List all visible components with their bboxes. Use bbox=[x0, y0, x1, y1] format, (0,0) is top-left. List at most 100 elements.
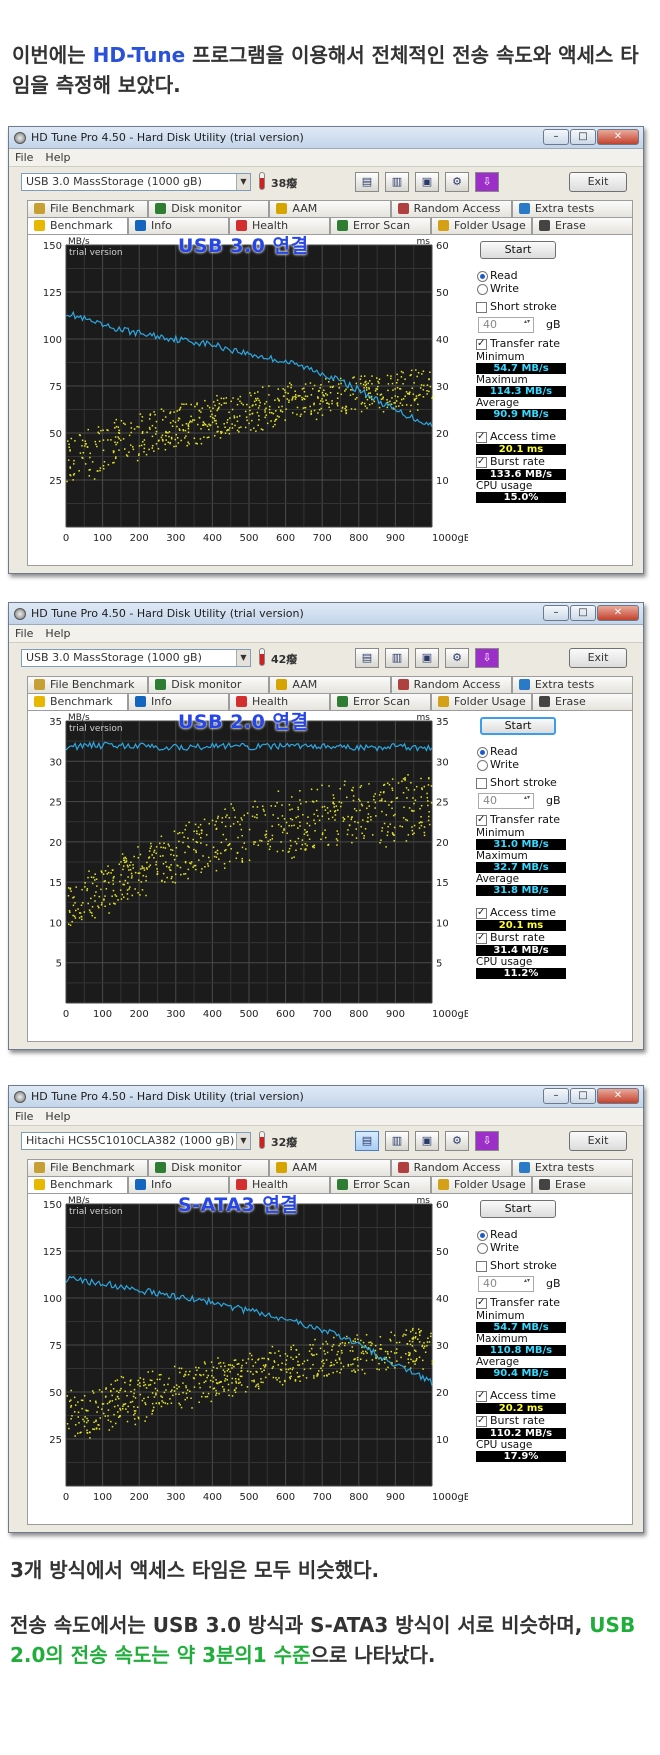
tab-aam[interactable]: AAM bbox=[269, 200, 391, 217]
transfer-rate-checkbox[interactable]: Transfer rate bbox=[476, 337, 576, 351]
save-icon[interactable]: ▣ bbox=[415, 172, 439, 192]
tab-benchmark[interactable]: Benchmark bbox=[27, 217, 128, 234]
title-bar[interactable]: HD Tune Pro 4.50 - Hard Disk Utility (tr… bbox=[9, 1086, 643, 1108]
copy-image-icon[interactable]: ▥ bbox=[385, 1131, 409, 1151]
tab-disk-monitor[interactable]: Disk monitor bbox=[148, 1159, 270, 1176]
short-stroke-checkbox[interactable]: Short stroke bbox=[476, 776, 576, 790]
menu-item-file[interactable]: File bbox=[15, 151, 33, 164]
tab-error-scan[interactable]: Error Scan bbox=[330, 1176, 431, 1193]
tab-random-access[interactable]: Random Access bbox=[390, 676, 512, 693]
access-time-dot bbox=[151, 447, 154, 449]
tab-extra-tests[interactable]: Extra tests bbox=[511, 1159, 634, 1176]
minimize-icon[interactable]: – bbox=[543, 605, 569, 621]
access-time-checkbox[interactable]: Access time bbox=[476, 430, 576, 444]
tab-file-benchmark[interactable]: File Benchmark bbox=[27, 1159, 149, 1176]
access-time-dot bbox=[67, 440, 69, 442]
tab-random-access[interactable]: Random Access bbox=[390, 1159, 512, 1176]
tab-aam[interactable]: AAM bbox=[269, 1159, 391, 1176]
menu-item-help[interactable]: Help bbox=[45, 151, 70, 164]
read-radio[interactable]: Read bbox=[476, 269, 576, 282]
write-radio[interactable]: Write bbox=[476, 758, 576, 771]
transfer-rate-checkbox[interactable]: Transfer rate bbox=[476, 813, 576, 827]
menu-item-file[interactable]: File bbox=[15, 1110, 33, 1123]
exit-button[interactable]: Exit bbox=[569, 1131, 627, 1151]
tab-error-scan[interactable]: Error Scan bbox=[330, 217, 431, 234]
title-bar[interactable]: HD Tune Pro 4.50 - Hard Disk Utility (tr… bbox=[9, 127, 643, 149]
close-icon[interactable]: ✕ bbox=[597, 605, 639, 621]
copy-image-icon[interactable]: ▥ bbox=[385, 172, 409, 192]
write-radio[interactable]: Write bbox=[476, 282, 576, 295]
access-time-dot bbox=[361, 401, 364, 404]
exit-button[interactable]: Exit bbox=[569, 172, 627, 192]
maximize-icon[interactable]: □ bbox=[570, 605, 596, 621]
burst-rate-checkbox[interactable]: Burst rate bbox=[476, 455, 576, 469]
tab-folder-usage[interactable]: Folder Usage bbox=[431, 693, 532, 710]
maximize-icon[interactable]: □ bbox=[570, 129, 596, 145]
access-time-dot bbox=[334, 814, 337, 816]
options-icon[interactable]: ⚙ bbox=[445, 172, 469, 192]
access-time-dot bbox=[218, 1392, 220, 1395]
menu-item-help[interactable]: Help bbox=[45, 1110, 70, 1123]
tab-disk-monitor[interactable]: Disk monitor bbox=[148, 676, 270, 693]
tab-random-access[interactable]: Random Access bbox=[390, 200, 512, 217]
stroke-spinner[interactable]: 40 bbox=[478, 317, 534, 333]
tab-error-scan[interactable]: Error Scan bbox=[330, 693, 431, 710]
menu-item-file[interactable]: File bbox=[15, 627, 33, 640]
burst-rate-checkbox[interactable]: Burst rate bbox=[476, 931, 576, 945]
access-time-dot bbox=[260, 1381, 262, 1383]
write-radio[interactable]: Write bbox=[476, 1241, 576, 1254]
tab-benchmark[interactable]: Benchmark bbox=[27, 693, 128, 710]
tab-erase[interactable]: Erase bbox=[532, 693, 633, 710]
copy-text-icon[interactable]: ▤ bbox=[355, 648, 379, 668]
close-icon[interactable]: ✕ bbox=[597, 129, 639, 145]
start-button[interactable]: Start bbox=[480, 1200, 556, 1218]
access-time-dot bbox=[200, 871, 202, 874]
access-time-checkbox[interactable]: Access time bbox=[476, 1389, 576, 1403]
transfer-rate-checkbox[interactable]: Transfer rate bbox=[476, 1296, 576, 1310]
down-arrow-icon[interactable]: ⇩ bbox=[475, 1131, 499, 1151]
access-time-dot bbox=[431, 1360, 434, 1362]
access-time-dot bbox=[241, 1364, 243, 1367]
menu-item-help[interactable]: Help bbox=[45, 627, 70, 640]
start-button[interactable]: Start bbox=[480, 717, 556, 735]
tab-erase[interactable]: Erase bbox=[532, 1176, 633, 1193]
tab-benchmark[interactable]: Benchmark bbox=[27, 1176, 128, 1193]
access-time-checkbox[interactable]: Access time bbox=[476, 906, 576, 920]
minimize-icon[interactable]: – bbox=[543, 1088, 569, 1104]
tab-aam[interactable]: AAM bbox=[269, 676, 391, 693]
copy-text-icon[interactable]: ▤ bbox=[355, 1131, 379, 1151]
short-stroke-checkbox[interactable]: Short stroke bbox=[476, 300, 576, 314]
stroke-spinner[interactable]: 40 bbox=[478, 1276, 534, 1292]
tab-extra-tests[interactable]: Extra tests bbox=[511, 676, 634, 693]
drive-select[interactable]: Hitachi HCS5C1010CLA382 (1000 gB) ▼ bbox=[21, 1132, 251, 1150]
save-icon[interactable]: ▣ bbox=[415, 648, 439, 668]
options-icon[interactable]: ⚙ bbox=[445, 648, 469, 668]
tab-erase[interactable]: Erase bbox=[532, 217, 633, 234]
tab-file-benchmark[interactable]: File Benchmark bbox=[27, 676, 149, 693]
read-radio[interactable]: Read bbox=[476, 1228, 576, 1241]
tab-extra-tests[interactable]: Extra tests bbox=[511, 200, 634, 217]
save-icon[interactable]: ▣ bbox=[415, 1131, 439, 1151]
down-arrow-icon[interactable]: ⇩ bbox=[475, 172, 499, 192]
options-icon[interactable]: ⚙ bbox=[445, 1131, 469, 1151]
close-icon[interactable]: ✕ bbox=[597, 1088, 639, 1104]
exit-button[interactable]: Exit bbox=[569, 648, 627, 668]
down-arrow-icon[interactable]: ⇩ bbox=[475, 648, 499, 668]
title-bar[interactable]: HD Tune Pro 4.50 - Hard Disk Utility (tr… bbox=[9, 603, 643, 625]
tab-file-benchmark[interactable]: File Benchmark bbox=[27, 200, 149, 217]
tab-folder-usage[interactable]: Folder Usage bbox=[431, 1176, 532, 1193]
start-button[interactable]: Start bbox=[480, 241, 556, 259]
copy-text-icon[interactable]: ▤ bbox=[355, 172, 379, 192]
drive-select[interactable]: USB 3.0 MassStorage (1000 gB) ▼ bbox=[21, 173, 251, 191]
access-time-dot bbox=[320, 838, 322, 841]
read-radio[interactable]: Read bbox=[476, 745, 576, 758]
stroke-spinner[interactable]: 40 bbox=[478, 793, 534, 809]
tab-folder-usage[interactable]: Folder Usage bbox=[431, 217, 532, 234]
tab-disk-monitor[interactable]: Disk monitor bbox=[148, 200, 270, 217]
burst-rate-checkbox[interactable]: Burst rate bbox=[476, 1414, 576, 1428]
maximize-icon[interactable]: □ bbox=[570, 1088, 596, 1104]
short-stroke-checkbox[interactable]: Short stroke bbox=[476, 1259, 576, 1273]
drive-select[interactable]: USB 3.0 MassStorage (1000 gB) ▼ bbox=[21, 649, 251, 667]
minimize-icon[interactable]: – bbox=[543, 129, 569, 145]
copy-image-icon[interactable]: ▥ bbox=[385, 648, 409, 668]
